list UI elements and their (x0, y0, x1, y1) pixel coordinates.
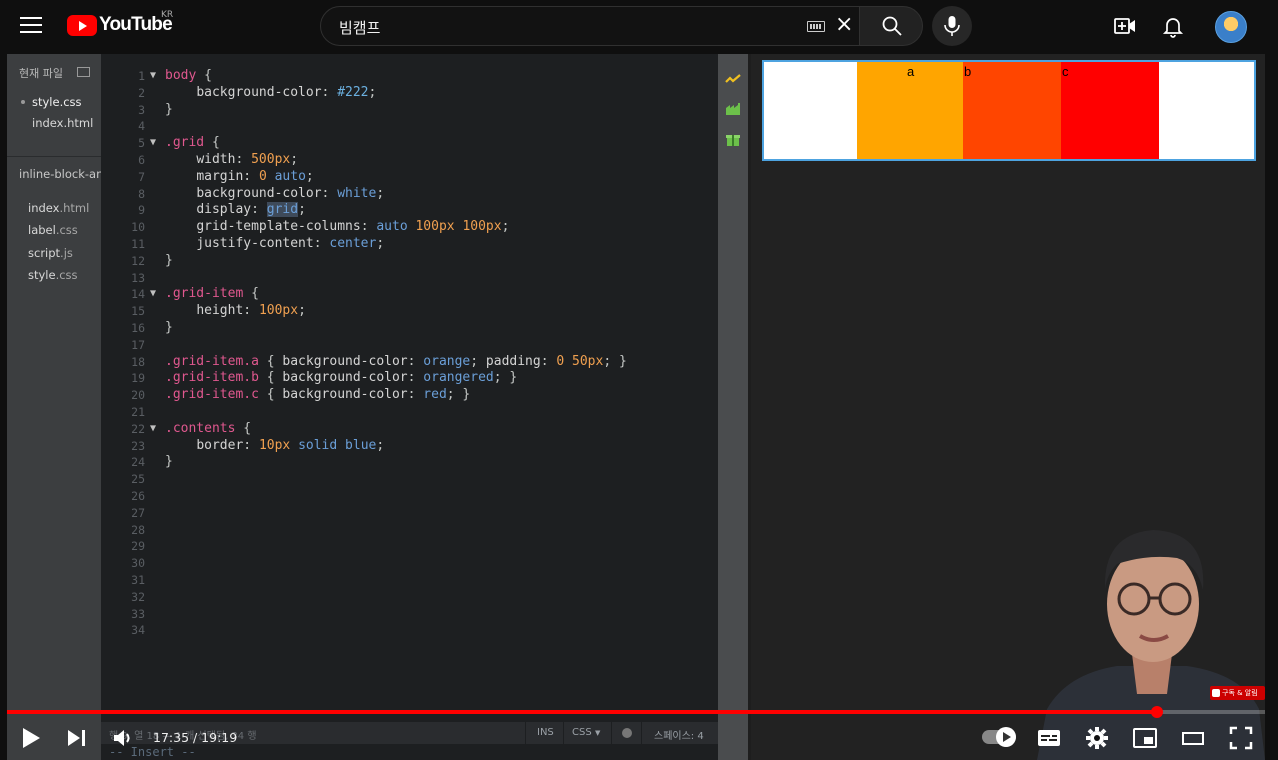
line-number: 24 (131, 455, 145, 470)
presenter-webcam (1037, 530, 1265, 760)
line-number: 8 (138, 186, 145, 201)
line-number: 16 (131, 320, 145, 335)
line-number: 9 (138, 203, 145, 218)
grid-item-c: c (1061, 62, 1159, 159)
modified-dot-icon (21, 100, 25, 104)
extension-manager-icon[interactable] (725, 102, 741, 116)
search-input[interactable]: 빔캠프 × (320, 6, 860, 46)
line-number: 17 (131, 337, 145, 352)
split-view-icon (77, 67, 90, 77)
video-player[interactable]: 현재 파일 style.css index.html inline-block-… (7, 54, 1265, 760)
preview-grid-container: a b c (762, 60, 1256, 161)
line-number: 5 (138, 136, 145, 151)
extension-gift-icon[interactable] (725, 132, 741, 146)
region-code: KR (161, 10, 174, 20)
code-editor: 1 2 3 4 5 6 7 8 9 10 11 12 13 14 15 16 17 18 19 20 21 22 23 24 2… (101, 54, 718, 760)
line-number: 1 (138, 69, 145, 83)
line-number: 15 (131, 304, 145, 319)
line-number: 22 (131, 421, 145, 436)
keyboard-icon[interactable] (807, 21, 825, 32)
line-number: 7 (138, 169, 145, 184)
next-icon[interactable] (66, 726, 88, 750)
line-number: 4 (138, 119, 145, 134)
divider (7, 156, 101, 157)
create-video-icon[interactable] (1113, 14, 1137, 38)
volume-icon[interactable] (112, 726, 136, 750)
project-file-item: style.css (28, 268, 78, 282)
live-preview-icon[interactable] (725, 72, 741, 86)
indent-setting[interactable]: 스페이스: 4 (654, 727, 704, 742)
microphone-icon (944, 16, 960, 36)
miniplayer-icon[interactable] (1133, 726, 1157, 750)
play-icon[interactable] (20, 726, 42, 750)
grid-item-b: b (963, 62, 1061, 159)
working-file-item: index.html (32, 116, 94, 130)
line-number: 32 (131, 589, 145, 604)
line-number: 12 (131, 253, 145, 268)
line-number: 6 (138, 152, 145, 167)
grid-empty-cell (1159, 62, 1254, 159)
line-number: 33 (131, 606, 145, 621)
youtube-logo[interactable]: YouTube (67, 14, 173, 36)
close-icon[interactable]: × (835, 14, 853, 36)
line-number: 29 (131, 539, 145, 554)
time-display: 17:35 / 19:19 (153, 730, 238, 745)
fold-markers: ▼ ▼ ▼ ▼ (150, 70, 157, 434)
search-button[interactable] (859, 6, 923, 46)
line-number: 25 (131, 472, 145, 487)
line-number: 26 (131, 488, 145, 503)
line-number: 18 (131, 354, 145, 369)
youtube-play-icon (67, 14, 97, 36)
search-icon (882, 16, 902, 36)
autoplay-play-icon (996, 727, 1016, 747)
line-number: 20 (131, 388, 145, 403)
grid-empty-cell (764, 62, 857, 159)
grid-item-a: a (857, 62, 963, 159)
line-number: 34 (131, 623, 145, 638)
line-number: 3 (138, 102, 145, 117)
project-name: inline-block-an (19, 167, 101, 181)
project-file-item: script.js (28, 246, 73, 260)
line-number: 19 (131, 371, 145, 386)
subscribe-badge[interactable]: 구독 & 알림 (1210, 686, 1265, 700)
line-number: 13 (131, 270, 145, 285)
notifications-bell-icon[interactable] (1161, 14, 1185, 38)
line-number: 28 (131, 522, 145, 537)
line-number: 21 (131, 404, 145, 419)
progress-played (7, 710, 1157, 714)
line-number: 23 (131, 438, 145, 453)
progress-bar[interactable] (7, 706, 1265, 718)
scrubber-handle[interactable] (1150, 706, 1163, 718)
avatar[interactable] (1215, 11, 1247, 43)
working-files-title: 현재 파일 (19, 67, 63, 80)
chevron-down-icon: ▼ (595, 729, 601, 737)
working-file-item: style.css (32, 95, 82, 109)
line-number: 31 (131, 572, 145, 587)
voice-search-button[interactable] (932, 6, 972, 46)
language-select[interactable]: CSS (572, 727, 592, 738)
masthead: YouTube KR 빔캠프 × (0, 0, 1278, 54)
line-number: 10 (131, 220, 145, 235)
line-number: 11 (131, 236, 145, 251)
fullscreen-icon[interactable] (1229, 726, 1253, 750)
project-file-item: index.html (28, 201, 90, 215)
editor-file-sidebar: 현재 파일 style.css index.html inline-block-… (7, 54, 101, 760)
line-number: 30 (131, 556, 145, 571)
editor-toolbar (718, 54, 748, 760)
insert-mode[interactable]: INS (537, 727, 554, 738)
project-file-item: label.css (28, 223, 78, 237)
search-query: 빔캠프 (339, 19, 381, 37)
line-number: 14 (131, 287, 145, 302)
autoplay-toggle[interactable] (982, 727, 1016, 747)
settings-gear-icon[interactable] (1085, 726, 1109, 750)
menu-icon[interactable] (20, 17, 42, 35)
theater-mode-icon[interactable] (1181, 726, 1205, 750)
line-number: 2 (138, 85, 145, 100)
line-number: 27 (131, 505, 145, 520)
linter-status-icon[interactable] (622, 728, 632, 738)
subtitles-icon[interactable] (1037, 726, 1061, 750)
line-number-gutter: 1 2 3 4 5 6 7 8 9 10 11 12 13 14 15 16 17 18 19 20 21 22 23 24 2… (101, 68, 145, 639)
css-source: body { background-color: #222;} .grid { … (165, 68, 627, 470)
